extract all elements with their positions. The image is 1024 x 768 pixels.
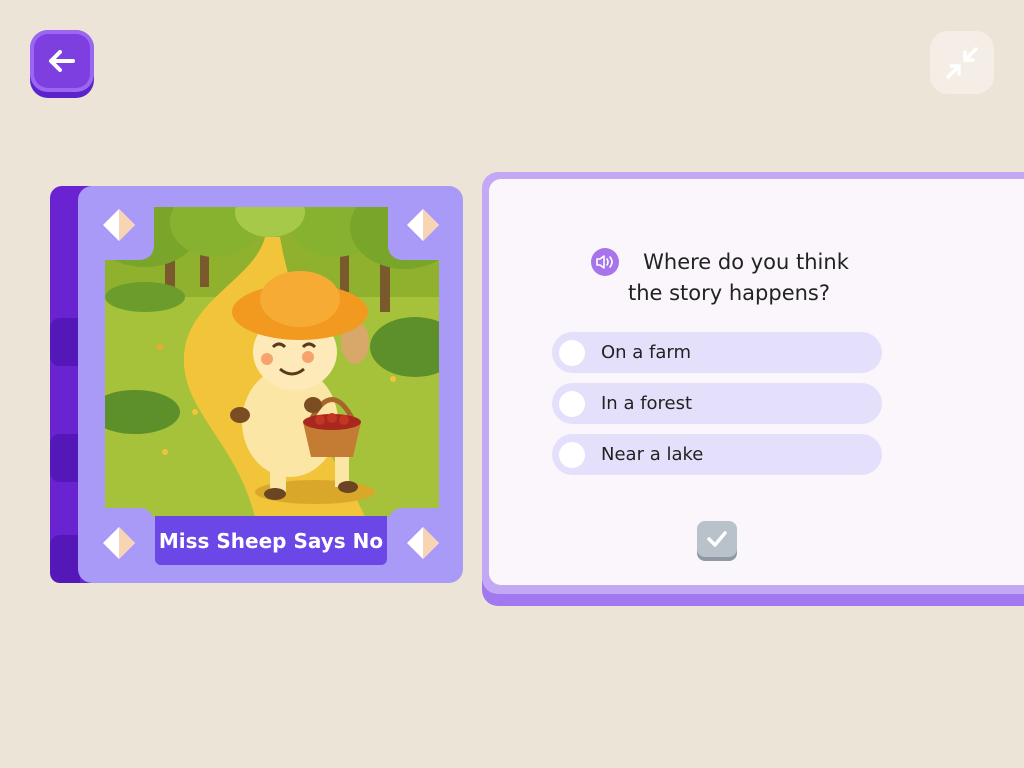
- diamond-icon: [407, 527, 439, 559]
- checkmark-icon: [707, 531, 727, 547]
- option-on-a-farm[interactable]: On a farm: [552, 332, 882, 373]
- arrow-left-icon: [49, 50, 75, 72]
- radio-button[interactable]: [559, 339, 585, 366]
- option-label: On a farm: [601, 342, 692, 363]
- submit-button[interactable]: [697, 521, 737, 561]
- option-in-a-forest[interactable]: In a forest: [552, 383, 882, 424]
- book-corner-bottom-right: [388, 508, 458, 578]
- option-label: In a forest: [601, 393, 693, 414]
- diamond-icon: [103, 527, 135, 559]
- option-label: Near a lake: [601, 444, 704, 465]
- radio-button[interactable]: [559, 390, 585, 417]
- quiz-card-body: Where do you think the story happens? On…: [489, 179, 1024, 585]
- radio-button[interactable]: [559, 441, 585, 468]
- diamond-icon: [407, 209, 439, 241]
- book-corner-bottom-left: [84, 508, 154, 578]
- book-corner-top-right: [388, 190, 458, 260]
- collapse-arrows-icon: [946, 46, 978, 79]
- back-button[interactable]: [30, 30, 94, 98]
- book-corner-top-left: [84, 190, 154, 260]
- diamond-icon: [103, 209, 135, 241]
- option-near-a-lake[interactable]: Near a lake: [552, 434, 882, 475]
- collapse-button[interactable]: [930, 31, 994, 94]
- question-text: Where do you think the story happens?: [627, 250, 849, 305]
- book-title: Miss Sheep Says No: [155, 516, 387, 565]
- quiz-card: Where do you think the story happens? On…: [482, 172, 1024, 594]
- reading-quiz-screen: Miss Sheep Says No Where do you think th…: [0, 0, 1024, 768]
- book-illustration: [105, 207, 439, 517]
